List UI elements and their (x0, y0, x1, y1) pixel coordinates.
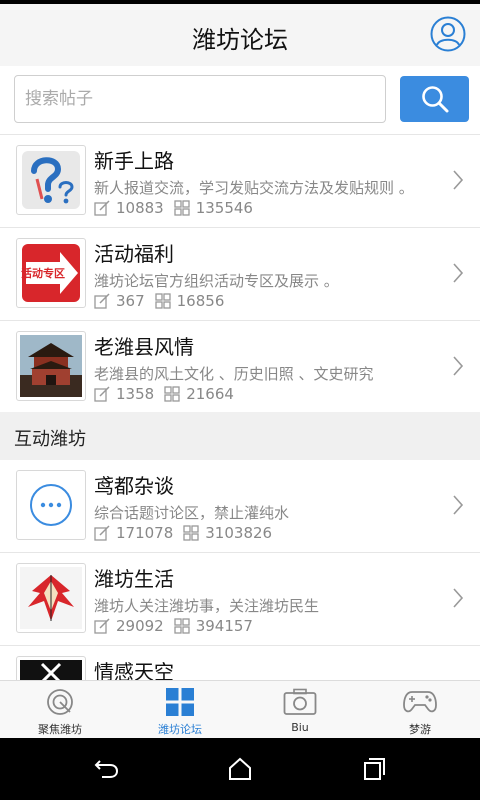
forum-name: 鸢都杂谈 (94, 474, 174, 498)
kite-icon (16, 563, 86, 633)
forum-name: 老潍县风情 (94, 335, 194, 359)
post-count: 1358 (116, 385, 155, 403)
chevron-right-icon (453, 495, 464, 515)
forum-item-newbie[interactable]: 新手上路 新人报道交流，学习发贴交流方法及发贴规则 。 10883 135546 (0, 135, 480, 228)
forum-list-bottom: 鸢都杂谈 综合话题讨论区，禁止灌纯水 171078 3103826 潍坊生活 潍… (0, 460, 480, 680)
forum-name: 情感天空 (94, 660, 174, 680)
target-icon (47, 689, 73, 715)
forum-item-weifang-life[interactable]: 潍坊生活 潍坊人关注潍坊事，关注潍坊民生 29092 394157 (0, 553, 480, 646)
search-input[interactable] (14, 75, 386, 123)
reply-count: 135546 (195, 199, 253, 217)
forum-description: 潍坊论坛官方组织活动专区及展示 。 (94, 272, 339, 290)
edit-icon (94, 525, 110, 541)
camera-icon (283, 688, 317, 715)
forum-stats: 1358 21664 (94, 385, 244, 403)
grid-small-icon (174, 200, 190, 216)
forum-name: 活动福利 (94, 242, 174, 266)
user-profile-icon[interactable] (430, 16, 466, 52)
search-button[interactable] (400, 76, 469, 122)
heart-x-icon (16, 656, 86, 680)
forum-name: 潍坊生活 (94, 567, 174, 591)
forum-description: 综合话题讨论区，禁止灌纯水 (94, 504, 290, 522)
post-count: 171078 (116, 524, 174, 542)
back-icon[interactable] (94, 757, 120, 781)
chevron-right-icon (453, 170, 464, 190)
forum-item-emotion-sky[interactable]: 情感天空 (0, 646, 480, 680)
edit-icon (94, 386, 110, 402)
activity-arrow-icon: 活动专区 (16, 238, 86, 308)
system-nav-bar (0, 738, 480, 800)
post-count: 367 (116, 292, 145, 310)
tab-focus-weifang[interactable]: 聚焦潍坊 (0, 681, 120, 738)
chevron-right-icon (453, 263, 464, 283)
section-header: 互动潍坊 (0, 412, 480, 460)
tab-dream-tour[interactable]: 梦游 (360, 681, 480, 738)
grid-small-icon (174, 618, 190, 634)
tab-biu[interactable]: Biu (240, 681, 360, 738)
tab-label: 梦游 (409, 723, 431, 736)
reply-count: 3103826 (205, 524, 273, 542)
post-count: 10883 (116, 199, 164, 217)
section-title: 互动潍坊 (14, 429, 86, 450)
forum-description: 潍坊人关注潍坊事，关注潍坊民生 (94, 597, 320, 615)
recent-apps-icon[interactable] (361, 757, 387, 781)
page-title: 潍坊论坛 (192, 26, 288, 54)
title-bar: 潍坊论坛 (0, 4, 480, 66)
home-icon[interactable] (227, 757, 253, 781)
grid-small-icon (164, 386, 180, 402)
forum-stats: 10883 135546 (94, 199, 263, 217)
chat-bubble-icon (16, 470, 86, 540)
reply-count: 16856 (176, 292, 225, 310)
post-count: 29092 (116, 617, 164, 635)
search-bar (0, 66, 480, 134)
tab-weifang-forum[interactable]: 潍坊论坛 (120, 681, 240, 738)
grid-small-icon (183, 525, 199, 541)
activity-icon-text: 活动专区 (21, 266, 65, 280)
gamepad-icon (403, 691, 437, 713)
forum-name: 新手上路 (94, 149, 174, 173)
edit-icon (94, 618, 110, 634)
reply-count: 394157 (195, 617, 253, 635)
forum-list-top: 新手上路 新人报道交流，学习发贴交流方法及发贴规则 。 10883 135546… (0, 134, 480, 414)
forum-description: 老潍县的风土文化 、历史旧照 、文史研究 (94, 365, 374, 383)
grid-small-icon (154, 293, 171, 309)
forum-item-yuandu-talk[interactable]: 鸢都杂谈 综合话题讨论区，禁止灌纯水 171078 3103826 (0, 460, 480, 553)
tab-label: 潍坊论坛 (158, 723, 202, 736)
old-gate-tower-icon (16, 331, 86, 401)
forum-stats: 367 16856 (94, 292, 234, 310)
tab-label: 聚焦潍坊 (38, 723, 82, 736)
edit-icon (94, 200, 110, 216)
forum-item-activity[interactable]: 活动专区 活动福利 潍坊论坛官方组织活动专区及展示 。 367 16856 (0, 228, 480, 321)
grid-icon (166, 688, 194, 716)
chevron-right-icon (453, 356, 464, 376)
tab-label: Biu (291, 721, 309, 734)
edit-icon (94, 293, 110, 309)
forum-item-old-weixian[interactable]: 老潍县风情 老潍县的风土文化 、历史旧照 、文史研究 1358 21664 (0, 321, 480, 414)
reply-count: 21664 (186, 385, 234, 403)
question-mark-pencil-icon (16, 145, 86, 215)
forum-stats: 171078 3103826 (94, 524, 282, 542)
search-icon (421, 86, 448, 113)
chevron-right-icon (453, 588, 464, 608)
forum-description: 新人报道交流，学习发贴交流方法及发贴规则 。 (94, 179, 414, 197)
forum-stats: 29092 394157 (94, 617, 263, 635)
bottom-tab-bar: 聚焦潍坊 潍坊论坛 Biu 梦游 (0, 680, 480, 738)
